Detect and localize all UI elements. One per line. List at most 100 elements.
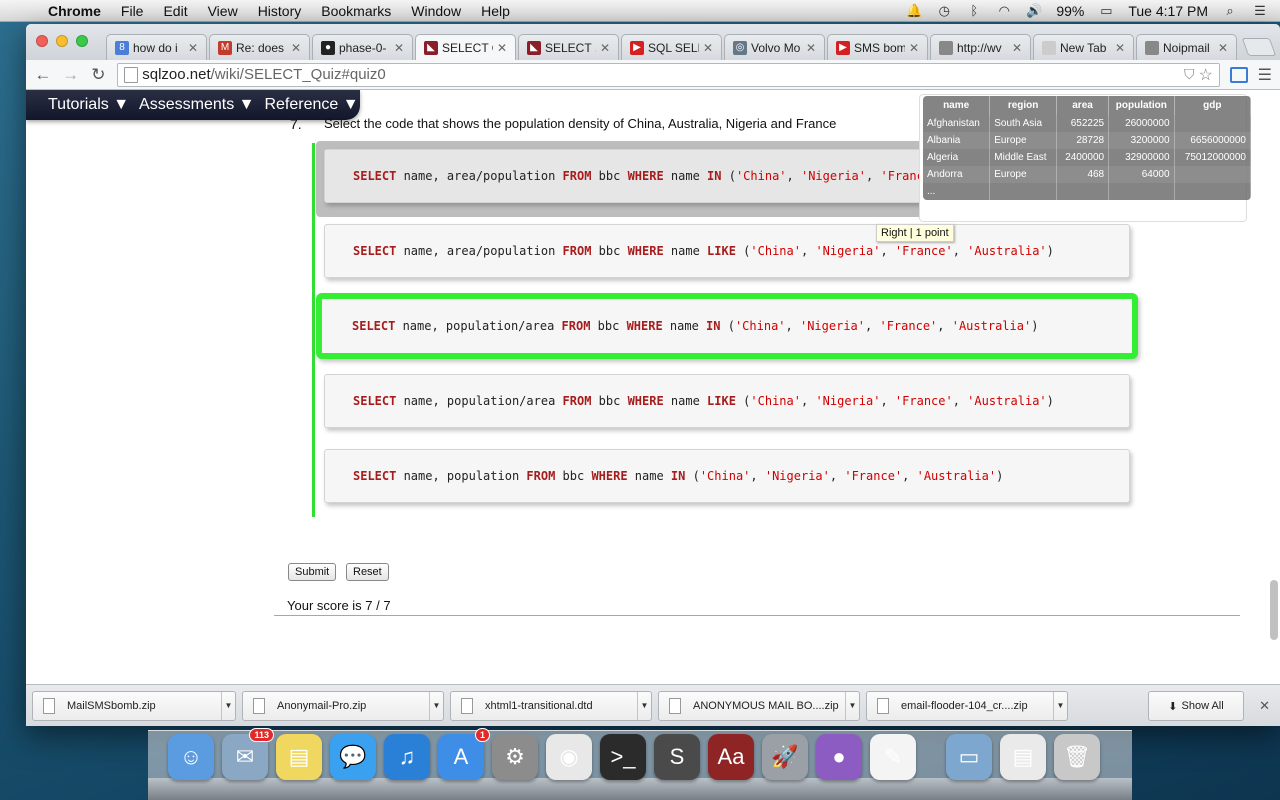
close-tab-icon[interactable]: ✕ (1218, 41, 1228, 55)
tab-0[interactable]: 8 how do i ✕ (106, 34, 207, 60)
app-menu-chrome[interactable]: Chrome (38, 3, 111, 19)
sql-text: , (829, 469, 845, 483)
answer-option-4[interactable]: SELECT name, population/area FROM bbc WH… (324, 374, 1130, 428)
trash-icon[interactable]: 🗑 (1054, 734, 1100, 780)
score-text: Your score is 7 / 7 (287, 598, 391, 613)
download-filename: Anonymail-Pro.zip (277, 699, 367, 712)
address-url[interactable]: sqlzoo.net/wiki/SELECT_Quiz#quiz0 (142, 66, 1180, 83)
tab-title: phase-0- (339, 40, 387, 55)
answer-option-3-correct[interactable]: SELECT name, population/area FROM bbc WH… (316, 293, 1138, 359)
wifi-icon[interactable]: ◠ (996, 3, 1012, 18)
adblock-shield-icon[interactable]: ⛉ (1184, 66, 1195, 83)
close-window-button[interactable] (36, 35, 48, 47)
close-shelf-icon[interactable]: ✕ (1259, 698, 1270, 714)
sublime-text-icon[interactable]: S (654, 734, 700, 780)
reload-icon[interactable]: ↻ (90, 65, 108, 85)
answer-option-5[interactable]: SELECT name, population FROM bbc WHERE n… (324, 449, 1130, 503)
page-scrollbar[interactable] (1270, 580, 1278, 640)
address-bar[interactable]: sqlzoo.net/wiki/SELECT_Quiz#quiz0 ⛉ ☆ (117, 62, 1220, 87)
table-cell: 468 (1056, 166, 1110, 183)
close-tab-icon[interactable]: ✕ (703, 41, 713, 55)
sql-text: ( (735, 394, 751, 408)
tab-5[interactable]: ▶ SQL SELE ✕ (621, 34, 722, 60)
tab-1[interactable]: M Re: does ✕ (209, 34, 310, 60)
close-tab-icon[interactable]: ✕ (188, 41, 198, 55)
mail-icon[interactable]: ✉ 113 (222, 728, 274, 780)
zoom-window-button[interactable] (76, 35, 88, 47)
textedit-icon[interactable]: ✎ (870, 734, 916, 780)
chrome-menu-icon[interactable]: ☰ (1258, 65, 1272, 85)
chrome-icon[interactable]: ◉ (546, 734, 592, 780)
submit-button[interactable]: Submit (288, 563, 337, 581)
minimize-window-button[interactable] (56, 35, 68, 47)
forward-arrow-icon[interactable]: → (62, 65, 80, 85)
app-store-icon[interactable]: A1 (438, 728, 490, 780)
close-tab-icon[interactable]: ✕ (600, 41, 610, 55)
menu-file[interactable]: File (111, 3, 154, 19)
tab-4[interactable]: ◣ SELECT . ✕ (518, 34, 619, 60)
tab-6[interactable]: ◎ Volvo Mo ✕ (724, 34, 825, 60)
itunes-icon[interactable]: ♫ (384, 734, 430, 780)
github-icon[interactable]: ● (816, 734, 862, 780)
notification-bell-icon[interactable]: 🔔 (906, 3, 922, 18)
close-tab-icon[interactable]: ✕ (806, 41, 816, 55)
new-tab-button[interactable] (1241, 38, 1277, 56)
nav-tutorials[interactable]: Tutorials ▼ (48, 96, 129, 114)
download-options-chevron-icon[interactable]: ▼ (845, 691, 859, 720)
close-tab-icon[interactable]: ✕ (1115, 41, 1125, 55)
show-all-downloads-button[interactable]: ⬇ Show All (1148, 691, 1244, 721)
download-item[interactable]: xhtml1-transitional.dtd ▼ (450, 690, 652, 721)
close-tab-icon[interactable]: ✕ (909, 41, 919, 55)
applications-folder-icon[interactable]: ▭ (946, 734, 992, 780)
spotlight-search-icon[interactable]: ⌕ (1222, 3, 1238, 18)
close-tab-icon[interactable]: ✕ (291, 41, 301, 55)
tab-9[interactable]: New Tab ✕ (1033, 34, 1134, 60)
download-item[interactable]: Anonymail-Pro.zip ▼ (242, 690, 444, 721)
dictionary-icon[interactable]: Aa (708, 734, 754, 780)
sql-text: bbc (590, 319, 627, 333)
download-options-chevron-icon[interactable]: ▼ (637, 691, 651, 720)
tab-2[interactable]: ● phase-0- ✕ (312, 34, 413, 60)
menu-view[interactable]: View (198, 3, 248, 19)
clock[interactable]: Tue 4:17 PM (1128, 3, 1208, 19)
download-item[interactable]: email-flooder-104_cr....zip ▼ (866, 690, 1068, 721)
answer-option-2[interactable]: SELECT name, area/population FROM bbc WH… (324, 224, 1130, 278)
system-preferences-icon[interactable]: ⚙ (492, 734, 538, 780)
menu-history[interactable]: History (248, 3, 312, 19)
download-options-chevron-icon[interactable]: ▼ (429, 691, 443, 720)
documents-icon[interactable]: ▤ (1000, 734, 1046, 780)
close-tab-icon[interactable]: ✕ (497, 41, 507, 55)
menu-edit[interactable]: Edit (153, 3, 197, 19)
notification-center-icon[interactable]: ☰ (1252, 3, 1268, 18)
messages-icon[interactable]: 💬 (330, 734, 376, 780)
tab-7[interactable]: ▶ SMS bom ✕ (827, 34, 928, 60)
nav-assessments[interactable]: Assessments ▼ (139, 96, 254, 114)
launchpad-icon[interactable]: 🚀 (762, 734, 808, 780)
nav-reference[interactable]: Reference ▼ (264, 96, 358, 114)
bookmark-star-icon[interactable]: ☆ (1199, 65, 1213, 85)
volume-icon[interactable]: 🔊 (1026, 3, 1042, 18)
close-tab-icon[interactable]: ✕ (394, 41, 404, 55)
tab-10[interactable]: Noipmail ✕ (1136, 34, 1237, 60)
tab-3[interactable]: ◣ SELECT Q ✕ (415, 34, 516, 60)
download-options-chevron-icon[interactable]: ▼ (221, 691, 235, 720)
menu-help[interactable]: Help (471, 3, 520, 19)
sql-string: 'China' (750, 244, 801, 258)
download-item[interactable]: MailSMSbomb.zip ▼ (32, 690, 236, 721)
battery-percent[interactable]: 99% (1056, 3, 1084, 19)
download-item[interactable]: ANONYMOUS MAIL BO....zip ▼ (658, 690, 860, 721)
extension-icon[interactable] (1229, 66, 1248, 83)
bluetooth-icon[interactable]: ᛒ (966, 3, 982, 18)
finder-icon[interactable]: ☺ (168, 734, 214, 780)
menu-bookmarks[interactable]: Bookmarks (311, 3, 401, 19)
close-tab-icon[interactable]: ✕ (1012, 41, 1022, 55)
menu-window[interactable]: Window (401, 3, 471, 19)
tab-8[interactable]: http://wv ✕ (930, 34, 1031, 60)
reset-button[interactable]: Reset (346, 563, 389, 581)
back-arrow-icon[interactable]: ← (34, 65, 52, 85)
stickies-icon[interactable]: ▤ (276, 734, 322, 780)
time-machine-icon[interactable]: ◷ (936, 3, 952, 18)
battery-icon[interactable]: ▭ (1098, 3, 1114, 18)
download-options-chevron-icon[interactable]: ▼ (1053, 691, 1067, 720)
terminal-icon[interactable]: >_ (600, 734, 646, 780)
